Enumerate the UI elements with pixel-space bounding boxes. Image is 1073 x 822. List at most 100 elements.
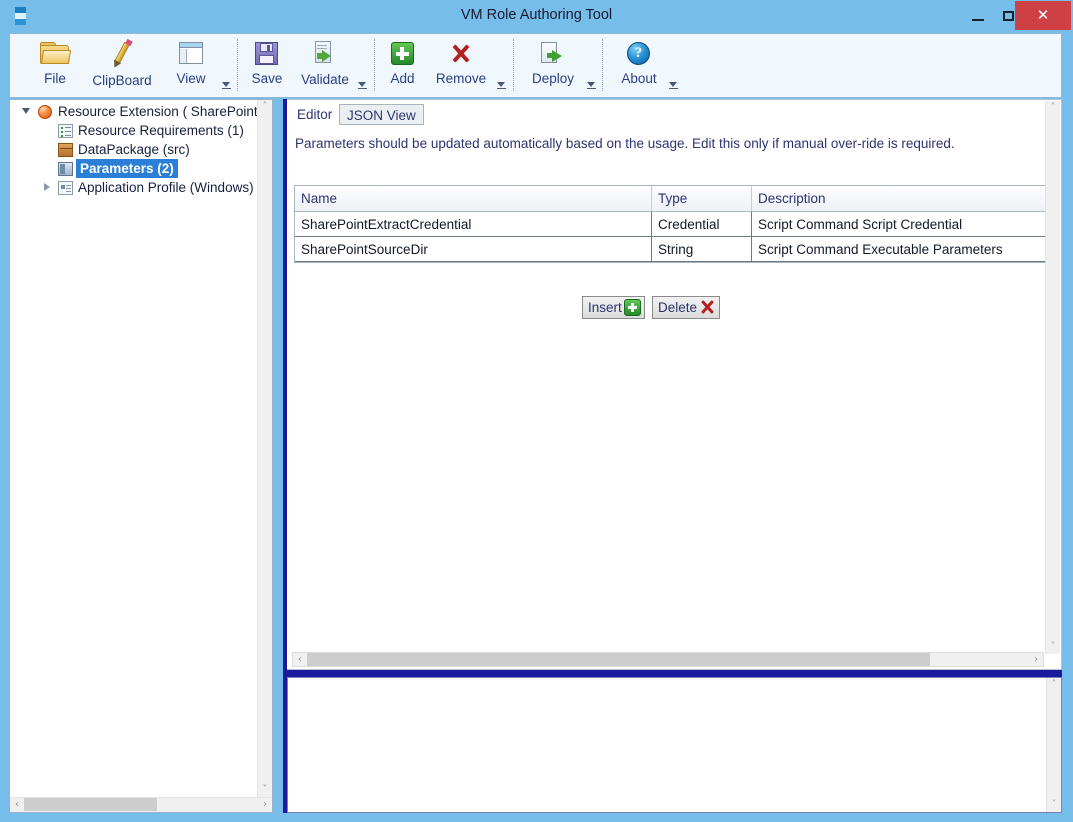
table-row[interactable]: SharePointExtractCredential Credential S… [295, 212, 1048, 237]
app-profile-icon [58, 181, 73, 195]
scrollbar-thumb[interactable] [307, 653, 930, 666]
minimize-icon[interactable] [963, 2, 993, 29]
editor-area: Editor JSON View Parameters should be up… [283, 99, 1062, 813]
parameters-grid: Name Type Description SharePointExtractC… [294, 185, 1049, 263]
parameters-icon [58, 162, 73, 176]
tree-node-resource-requirements[interactable]: Resource Requirements (1) [10, 121, 258, 140]
ribbon-button-save[interactable]: Save [243, 38, 291, 86]
chevron-down-icon-about[interactable] [669, 82, 678, 90]
tree-view: Resource Extension ( SharePointFø Resour… [10, 102, 258, 782]
document-check-icon [313, 41, 337, 67]
ribbon-button-clipboard[interactable]: ClipBoard [84, 38, 160, 88]
scroll-down-icon[interactable]: ˅ [1047, 798, 1061, 812]
ribbon-label: Add [380, 71, 425, 86]
cell-type[interactable]: String [652, 237, 752, 262]
tab-json-view[interactable]: JSON View [339, 104, 424, 125]
orange-sphere-icon [38, 105, 52, 119]
grid-header-row: Name Type Description [295, 186, 1048, 212]
project-tree-panel: Resource Extension ( SharePointFø Resour… [9, 99, 273, 813]
cell-name[interactable]: SharePointSourceDir [295, 237, 652, 262]
green-plus-icon [391, 42, 415, 66]
ribbon-button-add[interactable]: Add [380, 38, 425, 86]
window-pane-icon [178, 42, 204, 66]
package-box-icon [58, 143, 73, 157]
tree-vertical-scrollbar[interactable]: ˄ ˅ [257, 100, 272, 797]
cell-description[interactable]: Script Command Executable Parameters [752, 237, 1048, 262]
red-x-icon [699, 299, 716, 316]
tree-node-label: Resource Extension ( SharePointFø [58, 102, 258, 121]
tree-horizontal-scrollbar[interactable]: ‹ › [10, 797, 272, 812]
tree-node-label: DataPackage (src) [78, 140, 190, 159]
main-body: Resource Extension ( SharePointFø Resour… [9, 99, 1062, 813]
scroll-right-icon[interactable]: › [258, 798, 272, 811]
cell-type[interactable]: Credential [652, 212, 752, 237]
insert-button-label: Insert [583, 297, 624, 318]
ribbon-toolbar: File ClipBoard View Save [9, 33, 1062, 98]
tree-node-label: Application Profile (Windows) [78, 178, 254, 197]
scroll-left-icon[interactable]: ‹ [293, 653, 307, 666]
column-header-description[interactable]: Description [752, 186, 1048, 211]
application-window: VM Role Authoring Tool ✕ File ClipBoard [0, 0, 1073, 822]
scrollbar-thumb[interactable] [24, 798, 157, 811]
ribbon-button-deploy[interactable]: Deploy [519, 38, 587, 86]
delete-button-label: Delete [653, 297, 699, 318]
ribbon-button-validate[interactable]: Validate [291, 38, 359, 87]
ribbon-label: Deploy [519, 71, 587, 86]
tree-node-parameters[interactable]: Parameters (2) [10, 159, 258, 178]
red-x-icon [448, 42, 474, 66]
ribbon-label: ClipBoard [84, 73, 160, 88]
output-pane[interactable]: ˄ ˅ [287, 677, 1062, 813]
ribbon-label: View [160, 71, 222, 86]
floppy-disk-icon [255, 42, 279, 66]
close-icon[interactable]: ✕ [1015, 1, 1071, 30]
ribbon-label: About [608, 71, 670, 86]
column-header-name[interactable]: Name [295, 186, 652, 211]
expander-open-icon[interactable] [22, 107, 31, 116]
column-header-type[interactable]: Type [652, 186, 752, 211]
chevron-down-icon-view[interactable] [222, 82, 231, 90]
chevron-down-icon-remove[interactable] [497, 82, 506, 90]
window-title: VM Role Authoring Tool [0, 0, 1073, 31]
editor-horizontal-scrollbar[interactable]: ‹ › [292, 652, 1044, 667]
horizontal-splitter[interactable] [287, 670, 1062, 677]
ribbon-label: Remove [425, 71, 497, 86]
ribbon-label: Validate [291, 72, 359, 87]
editor-pane: Editor JSON View Parameters should be up… [287, 99, 1062, 670]
document-arrow-icon [540, 42, 566, 66]
tree-node-datapackage[interactable]: DataPackage (src) [10, 140, 258, 159]
tree-node-label: Resource Requirements (1) [78, 121, 244, 140]
pencil-icon [109, 40, 135, 68]
scroll-right-icon[interactable]: › [1029, 653, 1043, 666]
table-row[interactable]: SharePointSourceDir String Script Comman… [295, 237, 1048, 262]
scroll-up-icon[interactable]: ˄ [1046, 101, 1060, 115]
cell-name[interactable]: SharePointExtractCredential [295, 212, 652, 237]
tree-node-resource-extension[interactable]: Resource Extension ( SharePointFø [10, 102, 258, 121]
tab-editor[interactable]: Editor [290, 104, 339, 125]
insert-button[interactable]: Insert [582, 296, 645, 319]
ribbon-button-remove[interactable]: Remove [425, 38, 497, 86]
ribbon-button-about[interactable]: ? About [608, 38, 670, 86]
requirements-list-icon [58, 124, 73, 138]
ribbon-label: File [26, 71, 84, 86]
ribbon-label: Save [243, 71, 291, 86]
scroll-left-icon[interactable]: ‹ [10, 798, 24, 811]
cell-description[interactable]: Script Command Script Credential [752, 212, 1048, 237]
folder-open-icon [40, 42, 70, 66]
editor-description: Parameters should be updated automatical… [295, 136, 955, 151]
tree-node-label: Parameters (2) [76, 159, 178, 178]
ribbon-button-file[interactable]: File [26, 38, 84, 86]
delete-button[interactable]: Delete [652, 296, 720, 319]
scroll-down-icon[interactable]: ˅ [1046, 640, 1060, 654]
chevron-down-icon-deploy[interactable] [587, 82, 596, 90]
scroll-up-icon[interactable]: ˄ [258, 100, 272, 114]
output-vertical-scrollbar[interactable]: ˄ ˅ [1046, 678, 1061, 812]
ribbon-button-view[interactable]: View [160, 38, 222, 86]
scroll-down-icon[interactable]: ˅ [258, 783, 272, 797]
green-plus-icon [624, 299, 641, 316]
title-bar: VM Role Authoring Tool ✕ [0, 0, 1073, 31]
scroll-up-icon[interactable]: ˄ [1047, 678, 1061, 692]
chevron-down-icon-validate[interactable] [358, 82, 367, 90]
tree-node-application-profile[interactable]: Application Profile (Windows) [10, 178, 258, 197]
expander-closed-icon[interactable] [43, 183, 52, 192]
editor-vertical-scrollbar[interactable]: ˄ ˅ [1045, 101, 1060, 654]
